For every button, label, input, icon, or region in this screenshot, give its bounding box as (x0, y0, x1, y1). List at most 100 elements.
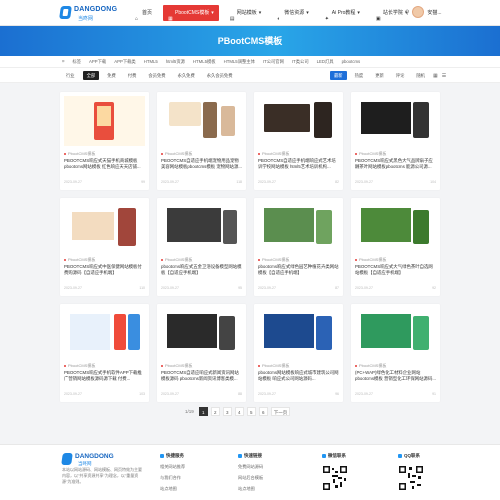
filter-permanent-free[interactable]: 永久免费 (174, 71, 199, 80)
template-card[interactable]: PbootCMS模板 PBOOTCMS响应式黑色大气品牌扇子应酬茶叶网站模板pb… (351, 92, 440, 190)
card-title[interactable]: PBOOTCMS自适应手机端响应式艺术培训学校网站模板 html5艺术培训机构.… (258, 158, 339, 170)
card-category[interactable]: PbootCMS模板 (258, 151, 289, 157)
template-card[interactable]: PbootCMS模板 pbootcms网站模板响应式城市建筑公司网站模板 响应式… (254, 304, 343, 402)
card-thumbnail[interactable] (161, 96, 242, 146)
footer-link[interactable]: 网站后台模板 (238, 475, 263, 481)
grid-view-icon[interactable]: ▦ (433, 73, 438, 79)
footer-link[interactable]: 免费网站源码 (238, 464, 263, 470)
chevron-down-icon: ▾ (211, 10, 214, 16)
card-title[interactable]: pbootcms响应式五金卫浴设备模型网站模板【自适应手机端】 (161, 264, 242, 276)
nav-home[interactable]: ⌂ 首页 (130, 5, 157, 22)
template-card[interactable]: PbootCMS模板 PBOOTCMS响应式中医保健网站模板付费购源码【自适应手… (60, 198, 149, 296)
card-category[interactable]: PbootCMS模板 (258, 257, 289, 263)
card-title[interactable]: pbootcms响应式绿色园艺种植花卉类网站模板【自适应手机端】 (258, 264, 339, 276)
template-card[interactable]: PbootCMS模板 (PC+WAP)绿色化工材料企业网站pbootcms模板 … (351, 304, 440, 402)
filter-paid[interactable]: 付费 (124, 71, 141, 80)
user-menu[interactable]: ⚲ 安猫... (405, 6, 442, 18)
template-card[interactable]: PbootCMS模板 PBOOTCMS自适应响应式新闻资讯网站模板源码 pboo… (157, 304, 246, 402)
template-card[interactable]: PbootCMS模板 PBOOTCMS响应式大气绿色茶叶自选网站模板【自适应手机… (351, 198, 440, 296)
card-thumbnail[interactable] (258, 96, 339, 146)
card-title[interactable]: PBOOTCMS响应式手机软件APP下载推广营销网站模板源码源下载 付费... (64, 370, 145, 382)
tag-item[interactable]: HTML5调整主体 (224, 59, 255, 65)
page-4[interactable]: 4 (234, 407, 244, 416)
page-1[interactable]: 1 (198, 407, 208, 416)
footer-link[interactable]: 相关网站推荐 (160, 464, 185, 470)
card-category[interactable]: PbootCMS模板 (355, 257, 386, 263)
filter-all[interactable]: 全部 (82, 71, 100, 80)
card-title[interactable]: PBOOTCMS响应式中医保健网站模板付费购源码【自适应手机端】 (64, 264, 145, 276)
footer-description: 本站以网站源码、网站模板、网页特效为主要内容，以"共享资源共享"为理念，以"重量… (62, 467, 142, 484)
search-icon[interactable]: ⚲ (405, 9, 409, 16)
footer-logo[interactable]: DANGDONG 当咚网 (61, 453, 114, 467)
footer-link[interactable]: 站点地图 (238, 486, 263, 492)
site-logo[interactable]: DANGDONG 当咚网 (59, 5, 117, 22)
card-thumbnail[interactable] (64, 202, 145, 252)
card-category[interactable]: PbootCMS模板 (64, 151, 95, 157)
template-card[interactable]: PbootCMS模板 PBOOTCMS响应式天猫手机商城模板pbootcms网站… (60, 92, 149, 190)
filter-member-free[interactable]: 会员免费 (144, 71, 169, 80)
card-category[interactable]: PbootCMS模板 (161, 257, 192, 263)
tag-item[interactable]: 标签 (72, 59, 81, 65)
card-category[interactable]: PbootCMS模板 (355, 151, 386, 157)
tag-item[interactable]: pbootcms (342, 59, 361, 64)
card-category[interactable]: PbootCMS模板 (258, 363, 289, 369)
nav-pbootcms[interactable]: ▦ PbootCMS模板 ▾ (163, 5, 219, 22)
card-thumbnail[interactable] (64, 308, 145, 358)
filter-permanent-member-free[interactable]: 永久会员免费 (203, 71, 237, 80)
template-card[interactable]: PbootCMS模板 pbootcms响应式绿色园艺种植花卉类网站模板【自适应手… (254, 198, 343, 296)
tag-item[interactable]: HTML5模板 (193, 59, 216, 65)
card-thumbnail[interactable] (355, 308, 436, 358)
card-category[interactable]: PbootCMS模板 (64, 257, 95, 263)
card-date: 2023-09-27 (258, 180, 276, 184)
card-thumbnail[interactable] (258, 308, 339, 358)
footer-col-title: 微信联系 (322, 453, 346, 459)
card-title[interactable]: PBOOTCMS响应式天猫手机商城模板pbootcms网站模板 红色响应天天店铺… (64, 158, 145, 170)
card-title[interactable]: PBOOTCMS自适应手机端宠物用品宠物美容网站模板pbootcms模板 宠物网… (161, 158, 242, 170)
page-2[interactable]: 2 (210, 407, 220, 416)
card-thumbnail[interactable] (355, 202, 436, 252)
sort-latest[interactable]: 最新 (330, 71, 347, 80)
card-thumbnail[interactable] (161, 308, 242, 358)
filter-industry[interactable]: 行业 (62, 71, 79, 80)
avatar[interactable] (412, 6, 425, 18)
sort-random[interactable]: 随机 (412, 71, 429, 80)
template-card[interactable]: PbootCMS模板 PBOOTCMS自适应手机端宠物用品宠物美容网站模板pbo… (157, 92, 246, 190)
footer-link[interactable]: 与我们合作 (160, 475, 185, 481)
template-card[interactable]: PbootCMS模板 PBOOTCMS自适应手机端响应式艺术培训学校网站模板 h… (254, 92, 343, 190)
filter-free[interactable]: 免费 (103, 71, 120, 80)
card-category[interactable]: PbootCMS模板 (161, 151, 192, 157)
card-category[interactable]: PbootCMS模板 (64, 363, 95, 369)
nav-wechat[interactable]: ◐ 微信资源 ▾ (272, 5, 314, 22)
card-title[interactable]: PBOOTCMS响应式黑色大气品牌扇子应酬茶叶网站模板pbootcms 能源公司… (355, 158, 436, 170)
card-thumbnail[interactable] (161, 202, 242, 252)
card-title[interactable]: PBOOTCMS自适应响应式新闻资讯网站模板源码 pbootcms新闻资讯博客类… (161, 370, 242, 382)
nav-ai-pro[interactable]: ✦ Ai Pro教程 ▾ (320, 5, 365, 22)
card-thumbnail[interactable] (258, 202, 339, 252)
card-thumbnail[interactable] (355, 96, 436, 146)
tag-item[interactable]: IT公司官网 (263, 59, 284, 65)
card-category[interactable]: PbootCMS模板 (161, 363, 192, 369)
tag-item[interactable]: html5资源 (166, 59, 185, 65)
next-page[interactable]: 下一页 (270, 407, 291, 416)
sort-hot[interactable]: 热度 (351, 71, 368, 80)
nav-website-templates[interactable]: ▤ 网站模板 ▾ (225, 5, 267, 22)
card-category[interactable]: PbootCMS模板 (355, 363, 386, 369)
page-3[interactable]: 3 (222, 407, 232, 416)
page-5[interactable]: 5 (246, 407, 256, 416)
template-card[interactable]: PbootCMS模板 PBOOTCMS响应式手机软件APP下载推广营销网站模板源… (60, 304, 149, 402)
tag-item[interactable]: APP下载 (89, 59, 106, 65)
tag-item[interactable]: IT类公司 (292, 59, 309, 65)
card-title[interactable]: PBOOTCMS响应式大气绿色茶叶自选网站模板【自适应手机端】 (355, 264, 436, 276)
template-card[interactable]: PbootCMS模板 pbootcms响应式五金卫浴设备模型网站模板【自适应手机… (157, 198, 246, 296)
tag-item[interactable]: APP下载类 (114, 59, 136, 65)
sort-comments[interactable]: 评论 (392, 71, 409, 80)
list-view-icon[interactable]: ☰ (442, 73, 446, 79)
tag-item[interactable]: LED灯具 (317, 59, 334, 65)
sort-updated[interactable]: 更新 (371, 71, 388, 80)
footer-link[interactable]: 站点地图 (160, 486, 185, 492)
page-6[interactable]: 6 (258, 407, 268, 416)
card-title[interactable]: pbootcms网站模板响应式城市建筑公司网站模板 响应式公司网站源码... (258, 370, 339, 382)
card-thumbnail[interactable] (64, 96, 145, 146)
card-title[interactable]: (PC+WAP)绿色化工材料企业网站pbootcms模板 营销型化工环保网站源码… (355, 370, 436, 382)
tag-item[interactable]: HTML5 (144, 59, 158, 64)
